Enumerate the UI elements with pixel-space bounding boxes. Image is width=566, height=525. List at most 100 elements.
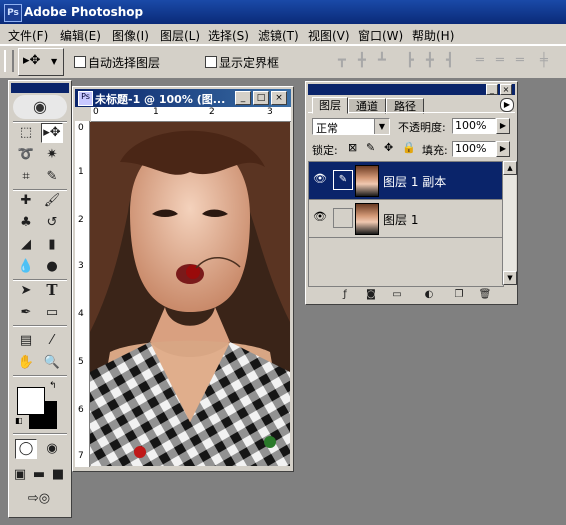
- menu-help[interactable]: 帮助(H): [412, 27, 454, 44]
- align-bottom-icon[interactable]: ┻: [378, 54, 396, 68]
- scroll-up-icon[interactable]: ▲: [503, 161, 517, 175]
- layer-thumbnail: [355, 165, 379, 197]
- title-bar: Ps Adobe Photoshop: [0, 0, 566, 24]
- full-screen-mode-icon[interactable]: ■: [49, 465, 67, 485]
- trash-icon[interactable]: 🗑: [478, 288, 492, 302]
- pen-tool-icon[interactable]: ✒: [15, 303, 37, 323]
- options-grip: [4, 50, 14, 72]
- auto-select-checkbox[interactable]: [74, 56, 86, 68]
- brush-icon[interactable]: ✎: [333, 170, 353, 190]
- new-group-icon[interactable]: ▭: [390, 288, 404, 302]
- menu-window[interactable]: 窗口(W): [358, 27, 403, 44]
- blur-tool-icon[interactable]: 💧: [15, 257, 37, 277]
- slice-tool-icon[interactable]: ✎: [41, 167, 63, 187]
- layer-row[interactable]: 👁 ✎ 图层 1 副本: [309, 162, 503, 200]
- eraser-tool-icon[interactable]: ◢: [15, 235, 37, 255]
- image-canvas[interactable]: [90, 122, 290, 466]
- fill-slider-button[interactable]: ▶: [496, 141, 510, 157]
- layer-style-icon[interactable]: ƒ: [338, 288, 352, 302]
- layers-scrollbar[interactable]: ▲ ▼: [502, 161, 517, 285]
- divider: [13, 375, 67, 377]
- lasso-tool-icon[interactable]: ➰: [15, 145, 37, 165]
- tab-layers[interactable]: 图层: [312, 97, 348, 114]
- brush-tool-icon[interactable]: 🖌: [41, 191, 63, 211]
- minimize-button[interactable]: _: [486, 84, 498, 95]
- clone-stamp-tool-icon[interactable]: ♣: [15, 213, 37, 233]
- notes-tool-icon[interactable]: ▤: [15, 331, 37, 351]
- move-tool-icon[interactable]: ▸✥: [41, 123, 63, 143]
- app-title: Adobe Photoshop: [24, 5, 144, 19]
- blend-mode-select[interactable]: 正常 ▼: [312, 118, 390, 135]
- close-button[interactable]: ×: [271, 91, 287, 105]
- menu-select[interactable]: 选择(S): [208, 27, 249, 44]
- lock-position-icon[interactable]: ✥: [384, 141, 393, 154]
- align-vcenter-icon[interactable]: ╋: [358, 54, 376, 68]
- swap-colors-icon[interactable]: ↰: [49, 381, 57, 391]
- zoom-tool-icon[interactable]: 🔍: [41, 353, 63, 373]
- healing-brush-tool-icon[interactable]: ✚: [15, 191, 37, 211]
- document-icon: Ps: [78, 91, 93, 106]
- menu-image[interactable]: 图像(I): [112, 27, 149, 44]
- history-brush-tool-icon[interactable]: ↺: [41, 213, 63, 233]
- photoshop-logo-icon: Ps: [4, 4, 22, 22]
- menu-view[interactable]: 视图(V): [308, 27, 350, 44]
- distribute-top-icon[interactable]: ═: [476, 54, 494, 68]
- standard-screen-mode-icon[interactable]: ▣: [11, 465, 29, 485]
- distribute-bottom-icon[interactable]: ═: [516, 54, 534, 68]
- toolbox-title-bar[interactable]: [11, 83, 69, 93]
- layer-thumbnail: [355, 203, 379, 235]
- fill-label: 填充:: [422, 144, 448, 157]
- maximize-button[interactable]: □: [253, 91, 269, 105]
- layers-panel-title-bar[interactable]: _ ×: [308, 84, 515, 95]
- marquee-tool-icon[interactable]: ⬚: [15, 123, 37, 143]
- close-button[interactable]: ×: [500, 84, 512, 95]
- distribute-left-icon[interactable]: ╪: [540, 54, 558, 68]
- menu-filter[interactable]: 滤镜(T): [258, 27, 299, 44]
- link-slot[interactable]: [333, 208, 353, 228]
- adjustment-layer-icon[interactable]: ◐: [422, 288, 436, 302]
- path-selection-tool-icon[interactable]: ➤: [15, 281, 37, 301]
- panel-menu-icon[interactable]: ▶: [500, 98, 514, 112]
- dodge-tool-icon[interactable]: ●: [41, 257, 63, 277]
- hand-tool-icon[interactable]: ✋: [15, 353, 37, 373]
- show-bounds-checkbox[interactable]: [205, 56, 217, 68]
- opacity-input[interactable]: 100%: [452, 118, 496, 134]
- gradient-tool-icon[interactable]: ▮: [41, 235, 63, 255]
- align-left-icon[interactable]: ┣: [406, 54, 424, 68]
- minimize-button[interactable]: _: [235, 91, 251, 105]
- align-top-icon[interactable]: ┳: [338, 54, 356, 68]
- ruler-horizontal: 0 1 2 3: [91, 107, 291, 122]
- type-tool-icon[interactable]: T: [41, 281, 63, 301]
- lock-image-icon[interactable]: ✎: [366, 141, 375, 154]
- align-hcenter-icon[interactable]: ╋: [426, 54, 444, 68]
- full-screen-menu-mode-icon[interactable]: ▬: [30, 465, 48, 485]
- eye-icon[interactable]: 👁: [311, 170, 329, 188]
- menu-edit[interactable]: 编辑(E): [60, 27, 101, 44]
- menu-file[interactable]: 文件(F): [8, 27, 48, 44]
- foreground-color-swatch[interactable]: [17, 387, 45, 415]
- eye-icon[interactable]: 👁: [311, 208, 329, 226]
- quick-mask-mode-icon[interactable]: ◉: [41, 439, 63, 459]
- align-right-icon[interactable]: ┫: [446, 54, 464, 68]
- new-layer-icon[interactable]: ❐: [452, 288, 466, 302]
- crop-tool-icon[interactable]: ⌗: [15, 167, 37, 187]
- default-colors-icon[interactable]: ◧: [15, 417, 23, 425]
- fill-input[interactable]: 100%: [452, 141, 496, 157]
- magic-wand-tool-icon[interactable]: ✷: [41, 145, 63, 165]
- rectangle-tool-icon[interactable]: ▭: [41, 303, 63, 323]
- lock-transparency-icon[interactable]: ⊠: [348, 141, 357, 154]
- layer-mask-icon[interactable]: ◙: [364, 288, 378, 302]
- distribute-vcenter-icon[interactable]: ═: [496, 54, 514, 68]
- document-title-bar[interactable]: Ps 未标题-1 @ 100% (图... _ □ ×: [75, 89, 291, 107]
- standard-mode-icon[interactable]: ◯: [15, 439, 37, 459]
- eyedropper-tool-icon[interactable]: ⁄: [41, 331, 63, 351]
- menu-layer[interactable]: 图层(L): [160, 27, 200, 44]
- layer-row[interactable]: 👁 图层 1: [309, 200, 503, 238]
- jump-to-imageready-icon[interactable]: ⇨◎: [15, 489, 63, 509]
- scroll-down-icon[interactable]: ▼: [503, 271, 517, 285]
- adobe-online-icon[interactable]: ◉: [13, 95, 67, 119]
- tool-preset-picker[interactable]: ▸✥ ▼: [18, 48, 64, 76]
- move-tool-icon: ▸✥: [23, 53, 41, 68]
- opacity-slider-button[interactable]: ▶: [496, 118, 510, 134]
- lock-all-icon[interactable]: 🔒: [402, 141, 416, 154]
